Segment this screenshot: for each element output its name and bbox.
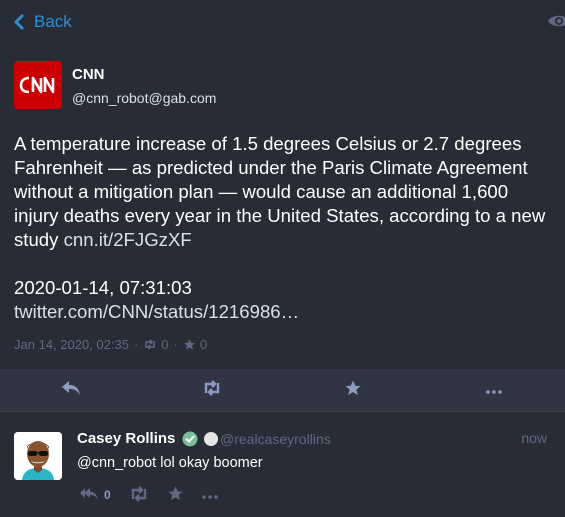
star-icon (183, 338, 196, 351)
boost-icon (129, 485, 149, 505)
ellipsis-icon (201, 488, 218, 502)
status-paragraph-2: 2020-01-14, 07:31:03 twitter.com/CNN/stat… (14, 276, 554, 324)
reply-author-name: Casey Rollins (77, 430, 176, 447)
status-content: A temperature increase of 1.5 degrees Ce… (14, 132, 554, 324)
favourite-count[interactable]: 0 (200, 337, 207, 352)
reply-time[interactable]: now (521, 430, 547, 446)
chevron-left-icon (14, 14, 24, 30)
eye-icon[interactable] (547, 12, 565, 35)
top-bar: Back (0, 0, 565, 44)
reblog-count[interactable]: 0 (161, 337, 168, 352)
status-date[interactable]: Jan 14, 2020, 02:35 (14, 337, 129, 352)
status-link[interactable]: cnn.it/2FJGzXF (64, 229, 192, 250)
action-bar (0, 369, 565, 411)
status-paragraph: A temperature increase of 1.5 degrees Ce… (14, 132, 554, 252)
favourite-button[interactable] (282, 369, 423, 411)
reply-status[interactable]: Casey Rollins @realcaseyrollins now @cnn… (0, 412, 565, 517)
badge-dot-icon (204, 431, 219, 446)
boost-button[interactable] (141, 369, 282, 411)
reply-button[interactable] (0, 369, 141, 411)
more-button[interactable] (423, 369, 564, 411)
reply-action-bar: 0 (79, 485, 218, 505)
boost-icon (202, 379, 222, 401)
separator: · (133, 337, 139, 352)
boost-button[interactable] (129, 485, 149, 505)
avatar[interactable] (14, 61, 62, 109)
author-handle[interactable]: @cnn_robot@gab.com (72, 90, 216, 106)
favourite-button[interactable] (167, 485, 184, 505)
reply-text: lol okay boomer (156, 455, 263, 471)
verified-icon (182, 431, 198, 447)
reply-all-icon (79, 487, 99, 504)
boost-icon (143, 339, 157, 350)
reply-author[interactable]: Casey Rollins (77, 430, 219, 447)
reply-author-handle[interactable]: @realcaseyrollins (220, 431, 331, 447)
ellipsis-icon (485, 381, 502, 399)
reply-button[interactable]: 0 (79, 487, 111, 504)
detailed-status: CNN @cnn_robot@gab.com A temperature inc… (0, 44, 565, 369)
separator: · (173, 337, 178, 352)
reply-icon (61, 380, 81, 401)
back-button[interactable]: Back (14, 12, 72, 32)
back-label: Back (34, 12, 72, 31)
tweet-link[interactable]: twitter.com/CNN/status/1216986… (14, 301, 299, 322)
cnn-logo (19, 76, 55, 94)
author-name[interactable]: CNN (72, 66, 105, 83)
avatar[interactable] (14, 432, 62, 480)
status-meta: Jan 14, 2020, 02:35 · 0 · 0 (14, 337, 207, 352)
reply-content: @cnn_robot lol okay boomer (77, 455, 263, 471)
bitmoji-avatar (14, 432, 62, 480)
posted-timestamp: 2020-01-14, 07:31:03 (14, 277, 192, 298)
star-icon (344, 379, 362, 402)
star-icon (167, 485, 184, 505)
mention-link[interactable]: @cnn_robot (77, 455, 156, 471)
reply-count: 0 (104, 488, 111, 502)
more-button[interactable] (201, 488, 218, 502)
